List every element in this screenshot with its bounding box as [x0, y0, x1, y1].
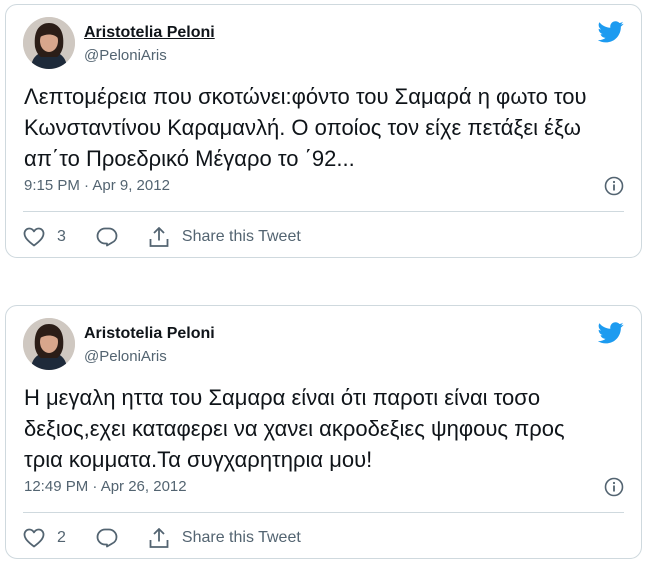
like-count: 3: [57, 228, 66, 245]
tweet-text-line: Κωνσταντίνου Καραμανλή. Ο οποίος τον είχ…: [24, 115, 581, 140]
tweet-text-line: Η μεγαλη ηττα του Σαμαρα είναι ότι παροτ…: [24, 385, 541, 410]
tweet-text-line: Λεπτομέρεια που σκοτώνει:φόντο του Σαμαρ…: [24, 84, 587, 109]
info-icon[interactable]: [604, 176, 624, 196]
reply-button[interactable]: [96, 227, 118, 247]
tweet-actions: 2 Share this Tweet: [23, 525, 301, 551]
like-button[interactable]: 3: [23, 227, 66, 247]
reply-icon: [96, 528, 118, 548]
twitter-bird-icon[interactable]: [598, 21, 624, 43]
tweet-timestamp[interactable]: 12:49 PM · Apr 26, 2012: [24, 478, 187, 495]
heart-icon: [23, 528, 45, 548]
reply-icon: [96, 227, 118, 247]
share-button[interactable]: Share this Tweet: [148, 527, 301, 549]
tweet-text: Η μεγαλη ηττα του Σαμαρα είναι ότι παροτ…: [24, 382, 614, 475]
avatar[interactable]: [23, 318, 75, 370]
tweet-card[interactable]: Aristotelia Peloni @PeloniAris Η μεγαλη …: [5, 305, 642, 559]
tweet-text-line: δεξιος,εχει καταφερει να χανει ακροδεξιε…: [24, 416, 565, 441]
twitter-bird-icon[interactable]: [598, 322, 624, 344]
heart-icon: [23, 227, 45, 247]
tweet-text-line: απ΄το Προεδρικό Μέγαρο το ΄92...: [24, 146, 355, 171]
tweet-text-line: τρια κομματα.Τα συγχαρητηρια μου!: [24, 447, 373, 472]
divider: [23, 211, 624, 212]
info-icon[interactable]: [604, 477, 624, 497]
avatar[interactable]: [23, 17, 75, 69]
like-count: 2: [57, 529, 66, 546]
author-handle[interactable]: @PeloniAris: [84, 348, 167, 365]
share-button[interactable]: Share this Tweet: [148, 226, 301, 248]
author-handle[interactable]: @PeloniAris: [84, 47, 167, 64]
author-name[interactable]: Aristotelia Peloni: [84, 24, 215, 42]
share-label: Share this Tweet: [181, 529, 301, 546]
reply-button[interactable]: [96, 528, 118, 548]
like-button[interactable]: 2: [23, 528, 66, 548]
share-icon: [149, 227, 169, 247]
divider: [23, 512, 624, 513]
share-label: Share this Tweet: [181, 228, 301, 245]
author-name[interactable]: Aristotelia Peloni: [84, 325, 215, 343]
tweet-actions: 3 Share this Tweet: [23, 224, 301, 250]
tweet-card[interactable]: Aristotelia Peloni @PeloniAris Λεπτομέρε…: [5, 4, 642, 258]
tweet-timestamp[interactable]: 9:15 PM · Apr 9, 2012: [24, 177, 170, 194]
tweet-text: Λεπτομέρεια που σκοτώνει:φόντο του Σαμαρ…: [24, 81, 614, 174]
share-icon: [149, 528, 169, 548]
